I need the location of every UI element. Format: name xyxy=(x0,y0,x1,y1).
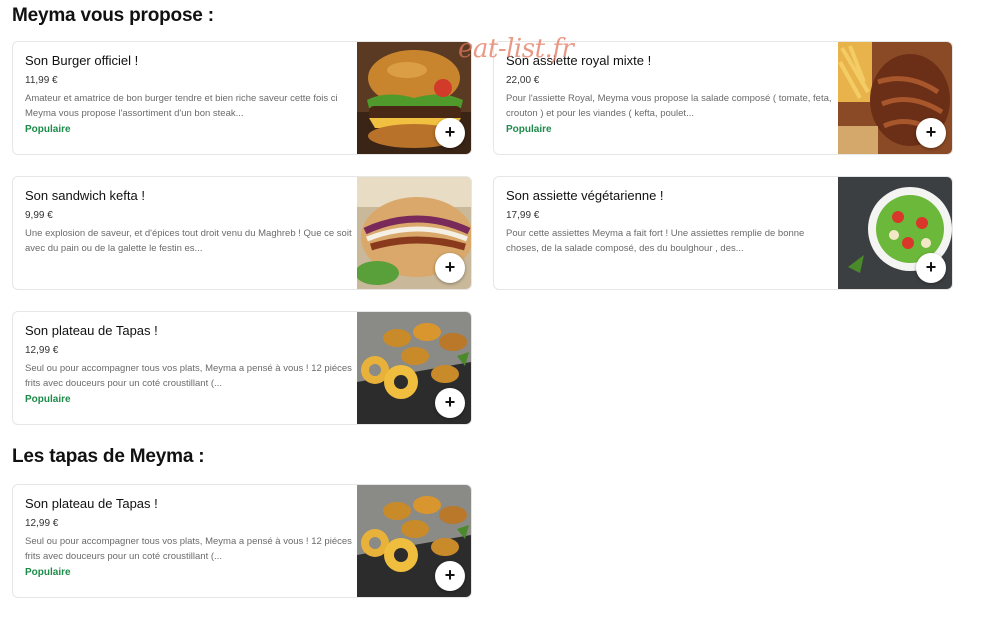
menu-item-name: Son plateau de Tapas ! xyxy=(25,496,158,511)
popular-badge: Populaire xyxy=(25,567,71,578)
popular-badge: Populaire xyxy=(25,124,71,135)
add-button[interactable]: + xyxy=(435,118,465,148)
menu-item-name: Son assiette royal mixte ! xyxy=(506,53,652,68)
menu-item-card[interactable]: Son assiette royal mixte ! 22,00 € Pour … xyxy=(493,41,953,155)
popular-badge: Populaire xyxy=(25,394,71,405)
add-button[interactable]: + xyxy=(916,253,946,283)
menu-item-info: Son plateau de Tapas ! 12,99 € Seul ou p… xyxy=(25,495,355,580)
menu-item-info: Son sandwich kefta ! 9,99 € Une explosio… xyxy=(25,187,355,256)
tapas-photo[interactable]: + xyxy=(357,485,471,597)
royal-plate-photo[interactable]: + xyxy=(838,42,952,154)
burger-photo[interactable]: + xyxy=(357,42,471,154)
menu-item-name: Son Burger officiel ! xyxy=(25,53,139,68)
menu-item-info: Son Burger officiel ! 11,99 € Amateur et… xyxy=(25,52,355,137)
menu-item-price: 12,99 € xyxy=(25,345,59,356)
menu-item-description: Une explosion de saveur, et d'épices tou… xyxy=(25,228,352,254)
menu-item-card[interactable]: Son assiette végétarienne ! 17,99 € Pour… xyxy=(493,176,953,290)
tapas-photo[interactable]: + xyxy=(357,312,471,424)
menu-item-card[interactable]: Son Burger officiel ! 11,99 € Amateur et… xyxy=(12,41,472,155)
menu-item-name: Son plateau de Tapas ! xyxy=(25,323,158,338)
section-title-tapas: Les tapas de Meyma : xyxy=(12,446,205,467)
menu-item-description: Seul ou pour accompagner tous vos plats,… xyxy=(25,363,352,389)
menu-item-price: 9,99 € xyxy=(25,210,53,221)
menu-item-description: Pour l'assiette Royal, Meyma vous propos… xyxy=(506,93,832,119)
menu-item-price: 17,99 € xyxy=(506,210,540,221)
section-title-propose: Meyma vous propose : xyxy=(12,5,214,26)
menu-item-card[interactable]: Son plateau de Tapas ! 12,99 € Seul ou p… xyxy=(12,484,472,598)
menu-item-name: Son assiette végétarienne ! xyxy=(506,188,664,203)
add-button[interactable]: + xyxy=(435,561,465,591)
salad-photo[interactable]: + xyxy=(838,177,952,289)
add-button[interactable]: + xyxy=(435,253,465,283)
plus-icon: + xyxy=(925,257,937,277)
menu-item-description: Seul ou pour accompagner tous vos plats,… xyxy=(25,536,352,562)
menu-item-name: Son sandwich kefta ! xyxy=(25,188,145,203)
plus-icon: + xyxy=(444,257,456,277)
menu-item-price: 12,99 € xyxy=(25,518,59,529)
add-button[interactable]: + xyxy=(435,388,465,418)
popular-badge: Populaire xyxy=(506,124,552,135)
menu-item-info: Son plateau de Tapas ! 12,99 € Seul ou p… xyxy=(25,322,355,407)
menu-item-info: Son assiette royal mixte ! 22,00 € Pour … xyxy=(506,52,836,137)
menu-item-card[interactable]: Son sandwich kefta ! 9,99 € Une explosio… xyxy=(12,176,472,290)
sandwich-photo[interactable]: + xyxy=(357,177,471,289)
plus-icon: + xyxy=(444,565,456,585)
plus-icon: + xyxy=(925,122,937,142)
menu-item-card[interactable]: Son plateau de Tapas ! 12,99 € Seul ou p… xyxy=(12,311,472,425)
menu-item-info: Son assiette végétarienne ! 17,99 € Pour… xyxy=(506,187,836,256)
menu-item-price: 22,00 € xyxy=(506,75,540,86)
menu-item-description: Amateur et amatrice de bon burger tendre… xyxy=(25,93,338,119)
plus-icon: + xyxy=(444,392,456,412)
menu-item-price: 11,99 € xyxy=(25,75,58,86)
plus-icon: + xyxy=(444,122,456,142)
menu-item-description: Pour cette assiettes Meyma a fait fort !… xyxy=(506,228,805,254)
add-button[interactable]: + xyxy=(916,118,946,148)
